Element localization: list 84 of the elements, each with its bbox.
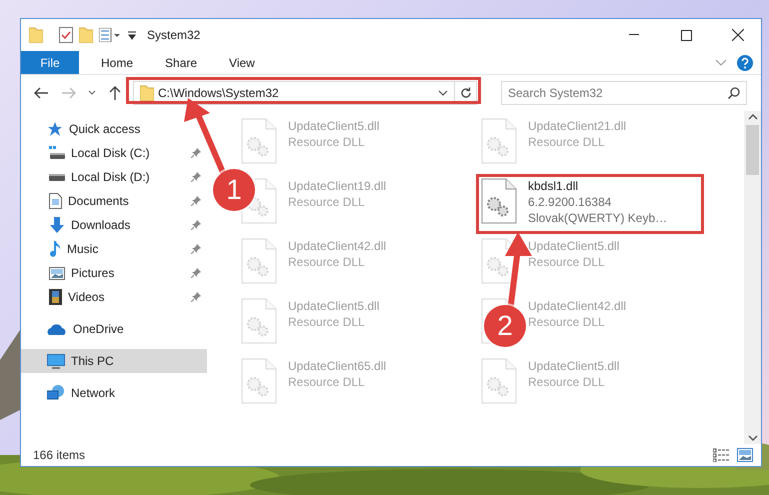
dropdown-caret-icon[interactable] (438, 90, 448, 96)
pin-icon[interactable] (191, 148, 201, 158)
file-name: kbdsl1.dll (528, 179, 580, 194)
file-icon (481, 358, 517, 404)
search-icon[interactable] (728, 87, 740, 99)
nav-item[interactable]: Network (21, 381, 207, 405)
up-arrow-icon[interactable] (109, 86, 121, 100)
maximize-icon[interactable] (680, 30, 692, 40)
picture-icon (49, 266, 65, 280)
close-icon[interactable] (732, 29, 744, 41)
file-detail: Resource DLL (288, 255, 366, 270)
down-arrow-icon (49, 217, 65, 233)
file-detail: 6.2.9200.16384 (528, 195, 612, 210)
caret-icon[interactable] (127, 30, 137, 40)
layout-icon[interactable] (99, 28, 121, 42)
file-menu-tab[interactable]: File (21, 51, 79, 74)
pin-icon[interactable] (191, 196, 201, 206)
scrollbar-thumb[interactable] (746, 125, 759, 175)
file-detail: Resource DLL (528, 375, 606, 390)
pin-icon[interactable] (191, 268, 201, 278)
help-icon[interactable] (737, 54, 753, 70)
nav-item[interactable]: OneDrive (21, 317, 207, 341)
address-bar[interactable]: C:\Windows\System32 (133, 81, 477, 105)
folder-icon (140, 85, 154, 101)
file-name: UpdateClient42.dll (528, 299, 626, 314)
address-input[interactable]: C:\Windows\System32 (154, 86, 438, 100)
pin-icon[interactable] (191, 172, 201, 182)
file-icon (241, 358, 277, 404)
file-detail: Resource DLL (288, 375, 366, 390)
file-detail: Resource DLL (528, 315, 606, 330)
file-name: UpdateClient5.dll (528, 239, 620, 254)
refresh-icon[interactable] (460, 87, 472, 99)
cloud-icon (47, 323, 67, 335)
item-count: 166 items (33, 448, 86, 462)
nav-item[interactable]: Quick access (21, 117, 207, 141)
file-name: UpdateClient21.dll (528, 119, 626, 134)
network-icon (47, 385, 65, 401)
drive-icon (49, 146, 65, 160)
file-name: UpdateClient5.dll (528, 359, 620, 374)
file-icon (481, 118, 517, 164)
star-icon (47, 121, 63, 137)
caret-icon[interactable] (88, 90, 96, 96)
nav-item[interactable]: Local Disk (D:) (21, 165, 207, 189)
properties-icon[interactable] (59, 27, 73, 43)
file-detail: Resource DLL (288, 135, 366, 150)
file-name: UpdateClient19.dll (288, 179, 386, 194)
pin-icon[interactable] (191, 220, 201, 230)
file-icon (241, 238, 277, 284)
nav-item[interactable]: Downloads (21, 213, 207, 237)
pin-icon[interactable] (191, 244, 201, 254)
document-icon (49, 193, 62, 209)
nav-item[interactable]: Documents (21, 189, 207, 213)
nav-item[interactable]: Videos (21, 285, 207, 309)
back-arrow-icon[interactable] (34, 87, 48, 99)
file-detail: Slovak(QWERTY) Keyb… (528, 211, 668, 226)
nav-item[interactable]: This PC (21, 349, 207, 373)
file-detail: Resource DLL (288, 315, 366, 330)
file-name: UpdateClient42.dll (288, 239, 386, 254)
file-detail: Resource DLL (528, 255, 606, 270)
file-name: UpdateClient5.dll (288, 299, 380, 314)
file-name: UpdateClient65.dll (288, 359, 386, 374)
window-title: System32 (147, 28, 202, 42)
large-icons-view-icon[interactable] (737, 448, 753, 462)
nav-item[interactable]: Local Disk (C:) (21, 141, 207, 165)
nav-item[interactable]: Music (21, 237, 207, 261)
file-icon (481, 178, 517, 224)
details-view-icon[interactable] (713, 448, 729, 462)
nav-item[interactable]: Pictures (21, 261, 207, 285)
monitor-icon (47, 354, 65, 368)
file-icon (241, 298, 277, 344)
pin-icon[interactable] (191, 292, 201, 302)
ribbon-tab[interactable]: Share (149, 51, 214, 74)
ribbon-tab[interactable]: Home (85, 51, 150, 74)
file-detail: Resource DLL (528, 135, 606, 150)
file-detail: Resource DLL (288, 195, 366, 210)
scrollbar[interactable] (744, 111, 761, 444)
film-icon (49, 289, 62, 305)
minimize-icon[interactable] (629, 34, 639, 36)
ribbon-tab[interactable]: View (213, 51, 271, 74)
drive-icon (49, 173, 65, 181)
file-icon (241, 118, 277, 164)
search-box[interactable]: Search System32 (501, 81, 747, 105)
music-note-icon (49, 241, 61, 257)
file-name: UpdateClient5.dll (288, 119, 380, 134)
